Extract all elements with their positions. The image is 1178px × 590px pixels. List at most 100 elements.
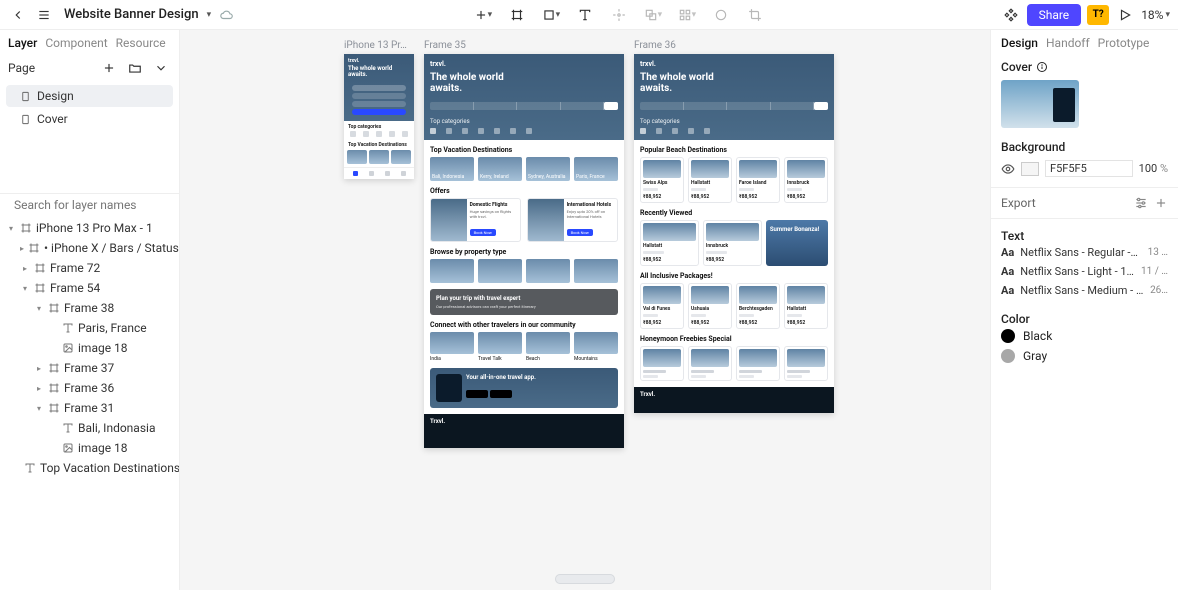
crop-tool-icon[interactable]	[745, 5, 765, 25]
layer-row[interactable]: ▸• iPhone X / Bars / Status …	[0, 238, 179, 258]
tab-layer[interactable]: Layer	[8, 36, 37, 50]
section-title: Top Vacation Destinations	[348, 142, 410, 148]
visibility-toggle-icon[interactable]	[1001, 162, 1015, 176]
tab-handoff[interactable]: Handoff	[1046, 36, 1090, 50]
section-title: Recently Viewed	[640, 209, 828, 217]
page-item[interactable]: Cover	[6, 108, 173, 130]
boolean-tool-icon[interactable]: ▾	[643, 5, 663, 25]
left-panel-tabs: Layer Component Resource	[0, 30, 179, 54]
background-swatch[interactable]	[1021, 162, 1039, 176]
section-title: Popular Beach Destinations	[640, 146, 828, 154]
zoom-control[interactable]: 18%▾	[1141, 8, 1170, 22]
tab-resource[interactable]: Resource	[116, 36, 166, 50]
pen-tool-icon[interactable]	[609, 5, 629, 25]
cloud-sync-icon[interactable]	[217, 5, 237, 25]
layer-row[interactable]: ▸Frame 37	[0, 358, 179, 378]
brand-logo: trxvl.	[348, 58, 410, 64]
layer-row[interactable]: ▾Frame 31	[0, 398, 179, 418]
section-title: Top Vacation Destinations	[430, 146, 618, 154]
canvas-horizontal-scrollbar[interactable]	[555, 574, 615, 584]
tab-prototype[interactable]: Prototype	[1098, 36, 1150, 50]
color-section-label: Color	[1001, 312, 1168, 326]
cover-section-label: Cover	[1001, 60, 1168, 74]
artboard-label-mobile[interactable]: iPhone 13 Pr…	[344, 40, 407, 51]
plugins-icon[interactable]	[1001, 5, 1021, 25]
layer-row[interactable]: Top Vacation Destinations	[0, 458, 179, 478]
section-title: Browse by property type	[430, 248, 618, 256]
background-opacity-input[interactable]: 100 %	[1139, 162, 1168, 175]
cover-thumbnail[interactable]	[1001, 80, 1079, 128]
layer-row[interactable]: ▸Frame 36	[0, 378, 179, 398]
page-folder-icon[interactable]	[125, 58, 145, 78]
info-icon[interactable]	[1036, 61, 1048, 73]
section-title: Top categories	[348, 124, 410, 130]
footer: Trxvl.	[424, 414, 624, 448]
section-title: Top categories	[430, 118, 618, 125]
shape-tool-icon[interactable]: ▾	[541, 5, 561, 25]
pages-label: Page	[8, 61, 35, 75]
tab-design[interactable]: Design	[1001, 36, 1038, 50]
add-export-icon[interactable]	[1154, 196, 1168, 210]
add-tool-icon[interactable]: ▾	[473, 5, 493, 25]
export-settings-icon[interactable]	[1134, 196, 1148, 210]
text-section-label: Text	[1001, 229, 1168, 243]
font-row[interactable]: AaNetflix Sans - Regular -13px13 …	[1001, 243, 1168, 262]
add-page-icon[interactable]	[99, 58, 119, 78]
layer-row[interactable]: ▾Frame 54	[0, 278, 179, 298]
top-toolbar: Website Banner Design ▾ ▾ ▾ ▾ ▾ Share T?…	[0, 0, 1178, 30]
layer-row[interactable]: ▾iPhone 13 Pro Max - 1	[0, 218, 179, 238]
layer-row[interactable]: ▸Frame 72	[0, 258, 179, 278]
layer-row[interactable]: Bali, Indonasia	[0, 418, 179, 438]
play-preview-icon[interactable]	[1115, 5, 1135, 25]
section-title: Offers	[430, 187, 618, 195]
brand-logo: trxvl.	[640, 60, 828, 68]
layer-tree: ▾iPhone 13 Pro Max - 1▸• iPhone X / Bars…	[0, 216, 179, 484]
font-row[interactable]: AaNetflix Sans - Medium - 26px26…	[1001, 281, 1168, 300]
share-button[interactable]: Share	[1027, 4, 1082, 26]
document-title[interactable]: Website Banner Design	[64, 7, 199, 22]
artboard-label-f35[interactable]: Frame 35	[424, 40, 466, 51]
chevron-down-icon: ▾	[1165, 10, 1170, 20]
menu-icon[interactable]	[34, 5, 54, 25]
layer-row[interactable]: ▾Frame 38	[0, 298, 179, 318]
section-title: Top categories	[640, 118, 828, 125]
zoom-value: 18%	[1141, 8, 1163, 22]
layer-row[interactable]: image 18	[0, 438, 179, 458]
plan-trip-banner: Plan your trip with travel expert Our pr…	[430, 289, 618, 315]
layer-search	[0, 193, 179, 216]
page-list: DesignCover	[0, 82, 179, 133]
back-icon[interactable]	[8, 5, 28, 25]
component-tool-icon[interactable]: ▾	[677, 5, 697, 25]
brand-logo: trxvl.	[430, 60, 618, 68]
color-row[interactable]: Gray	[1001, 346, 1168, 366]
layer-row[interactable]: Paris, France	[0, 318, 179, 338]
left-panel: Layer Component Resource Page DesignCove…	[0, 30, 180, 590]
tab-component[interactable]: Component	[45, 36, 107, 50]
right-panel-tabs: Design Handoff Prototype	[991, 30, 1178, 54]
mask-tool-icon[interactable]	[711, 5, 731, 25]
background-section-label: Background	[1001, 140, 1168, 154]
hero-headline: The whole worldawaits.	[348, 66, 410, 79]
export-section-label: Export	[1001, 196, 1036, 210]
layer-row[interactable]: image 18	[0, 338, 179, 358]
right-panel: Design Handoff Prototype Cover Backgroun…	[990, 30, 1178, 590]
artboard-label-f36[interactable]: Frame 36	[634, 40, 676, 51]
section-title: All Inclusive Packages!	[640, 272, 828, 280]
section-title: Honeymoon Freebies Special	[640, 335, 828, 343]
frame-tool-icon[interactable]	[507, 5, 527, 25]
canvas[interactable]: iPhone 13 Pr… Frame 35 Frame 36 trxvl. T…	[180, 30, 990, 590]
artboard-frame-35[interactable]: trxvl. The whole worldawaits. Top catego…	[424, 54, 624, 448]
layer-search-input[interactable]	[14, 198, 170, 212]
missing-fonts-badge[interactable]: T?	[1087, 5, 1109, 25]
app-promo-banner: Your all-in-one travel app.	[430, 368, 618, 408]
section-title: Connect with other travelers in our comm…	[430, 321, 618, 329]
chevron-down-icon[interactable]: ▾	[207, 10, 212, 20]
artboard-frame-36[interactable]: trxvl. The whole worldawaits. Top catego…	[634, 54, 834, 413]
color-row[interactable]: Black	[1001, 326, 1168, 346]
collapse-pages-icon[interactable]	[151, 58, 171, 78]
font-row[interactable]: AaNetflix Sans - Light - 11px11 / …	[1001, 262, 1168, 281]
background-hex-input[interactable]: F5F5F5	[1045, 160, 1133, 177]
artboard-mobile[interactable]: trxvl. The whole worldawaits. Top catego…	[344, 54, 414, 179]
page-item[interactable]: Design	[6, 85, 173, 107]
text-tool-icon[interactable]	[575, 5, 595, 25]
